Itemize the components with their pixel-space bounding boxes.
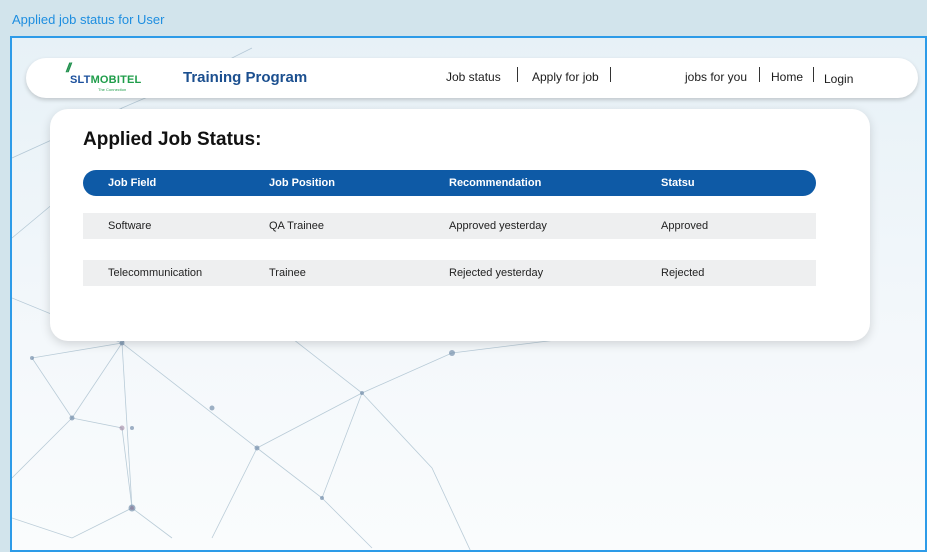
nav-divider <box>813 67 814 82</box>
column-header-job-position: Job Position <box>269 177 335 189</box>
nav-login[interactable]: Login <box>824 72 853 86</box>
cell-status: Approved <box>661 220 709 232</box>
table-row[interactable]: Telecommunication Trainee Rejected yeste… <box>83 260 816 286</box>
column-header-recommendation: Recommendation <box>449 177 542 189</box>
nav-apply-for-job[interactable]: Apply for job <box>532 70 599 84</box>
cell-job-position: Trainee <box>269 267 306 279</box>
sltmobitel-logo[interactable]: // SLTMOBITEL The Connection <box>66 60 158 94</box>
logo-brand: SLTMOBITEL <box>70 74 142 86</box>
cell-job-field: Telecommunication <box>108 267 203 279</box>
column-header-job-field: Job Field <box>108 177 157 189</box>
nav-job-status[interactable]: Job status <box>446 70 501 84</box>
logo-mark-icon: // <box>66 60 71 75</box>
table-row[interactable]: Software QA Trainee Approved yesterday A… <box>83 213 816 239</box>
site-title: Training Program <box>183 69 308 86</box>
cell-status: Rejected <box>661 267 705 279</box>
page-title: Applied Job Status: <box>83 129 262 150</box>
cell-recommendation: Rejected yesterday <box>449 267 544 279</box>
cell-job-position: QA Trainee <box>269 220 325 232</box>
nav-divider <box>610 67 611 82</box>
frame-label: Applied job status for User <box>12 12 165 27</box>
cell-recommendation: Approved yesterday <box>449 220 547 232</box>
column-header-status: Statsu <box>661 177 695 189</box>
nav-divider <box>517 67 518 82</box>
app-frame: // SLTMOBITEL The Connection Training Pr… <box>10 36 927 552</box>
nav-divider <box>759 67 760 82</box>
logo-tagline: The Connection <box>98 87 127 92</box>
table-header: Job Field Job Position Recommendation St… <box>83 170 816 196</box>
nav-home[interactable]: Home <box>771 70 803 84</box>
cell-job-field: Software <box>108 220 152 232</box>
applied-jobs-card: Applied Job Status: Job Field Job Positi… <box>50 109 870 341</box>
top-navbar: // SLTMOBITEL The Connection Training Pr… <box>26 58 918 98</box>
nav-jobs-for-you[interactable]: jobs for you <box>685 70 747 84</box>
